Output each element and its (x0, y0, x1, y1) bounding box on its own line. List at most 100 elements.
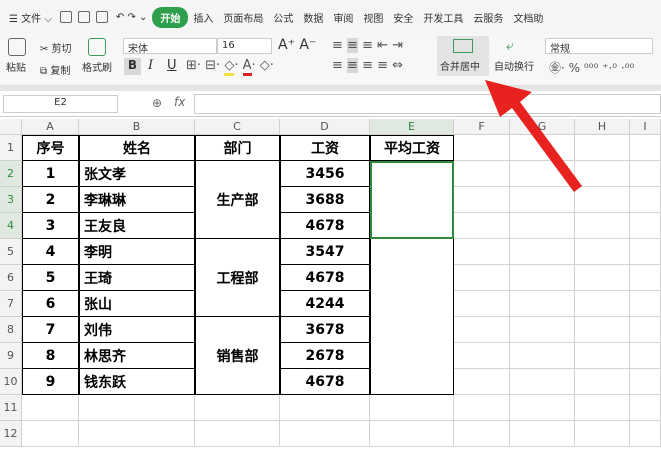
bold-button[interactable]: B (124, 58, 141, 75)
column-header[interactable]: G (510, 119, 575, 135)
table-cell[interactable]: 1 (22, 161, 79, 187)
table-cell[interactable]: 张山 (79, 291, 195, 317)
formula-input[interactable] (194, 94, 661, 114)
column-header[interactable]: D (280, 119, 370, 135)
select-all-corner[interactable] (0, 119, 22, 135)
table-cell[interactable]: 8 (22, 343, 79, 369)
cell[interactable] (510, 421, 575, 447)
cell[interactable] (454, 421, 510, 447)
menu-tab[interactable]: 文档助 (508, 10, 548, 25)
wrap-text-button[interactable]: 自动换行 (494, 62, 540, 74)
cell[interactable] (630, 317, 661, 343)
table-cell[interactable]: 李明 (79, 239, 195, 265)
cell[interactable] (22, 395, 79, 421)
cell[interactable] (195, 395, 280, 421)
italic-button[interactable]: I (148, 58, 153, 73)
column-header[interactable]: B (79, 119, 195, 135)
cell[interactable] (195, 421, 280, 447)
table-cell[interactable]: 9 (22, 369, 79, 395)
column-header[interactable]: C (195, 119, 280, 135)
cell[interactable] (630, 421, 661, 447)
cell[interactable] (510, 369, 575, 395)
row-header[interactable]: 7 (0, 291, 22, 317)
cell[interactable] (454, 317, 510, 343)
cell[interactable] (575, 213, 630, 239)
cell[interactable] (370, 395, 454, 421)
table-cell[interactable]: 2678 (280, 343, 370, 369)
table-cell[interactable]: 4678 (280, 265, 370, 291)
row-header[interactable]: 3 (0, 187, 22, 213)
font-size-select[interactable]: 16 (217, 38, 272, 54)
row-header[interactable]: 8 (0, 317, 22, 343)
menu-tab[interactable]: 插入 (188, 10, 218, 25)
merge-center-label[interactable]: 合并居中 (440, 62, 486, 74)
cell[interactable] (630, 369, 661, 395)
column-header[interactable]: A (22, 119, 79, 135)
row-header[interactable]: 4 (0, 213, 22, 239)
table-cell[interactable]: 钱东跃 (79, 369, 195, 395)
preview-icon[interactable] (95, 11, 108, 23)
cell[interactable] (454, 239, 510, 265)
cell[interactable] (510, 291, 575, 317)
row-header[interactable]: 2 (0, 161, 22, 187)
cell[interactable] (630, 343, 661, 369)
cell[interactable] (454, 213, 510, 239)
paste-icon[interactable] (8, 38, 26, 56)
table-cell[interactable]: 部门 (195, 135, 280, 161)
zoom-icon[interactable]: ⊕ (152, 96, 162, 110)
table-cell[interactable]: 平均工资 (370, 135, 454, 161)
cell[interactable] (454, 135, 510, 161)
cell[interactable] (280, 421, 370, 447)
name-box[interactable]: E2 (3, 95, 118, 113)
cut-button[interactable]: ✂ 剪切 (40, 40, 72, 55)
table-cell[interactable]: 工程部 (195, 239, 280, 317)
table-cell[interactable]: 4 (22, 239, 79, 265)
format-painter-button[interactable]: 格式刷 (82, 63, 116, 75)
table-cell[interactable]: 3688 (280, 187, 370, 213)
save-icon[interactable] (59, 11, 72, 23)
cell[interactable] (630, 161, 661, 187)
table-cell[interactable]: 李琳琳 (79, 187, 195, 213)
cell[interactable] (454, 265, 510, 291)
cell[interactable] (22, 421, 79, 447)
menu-tab[interactable]: 开始 (152, 6, 189, 28)
cell[interactable] (510, 265, 575, 291)
undo-icon[interactable]: ↶ ↷ ⌄ (111, 12, 153, 23)
menu-icon[interactable]: ☰ 文件 ⌵ (4, 10, 57, 25)
font-select[interactable]: 宋体 (123, 38, 217, 55)
cell[interactable] (510, 135, 575, 161)
row-header[interactable]: 12 (0, 421, 22, 447)
table-cell[interactable]: 姓名 (79, 135, 195, 161)
table-cell[interactable]: 7 (22, 317, 79, 343)
cell[interactable] (510, 187, 575, 213)
menu-tab[interactable]: 数据 (298, 10, 328, 25)
row-header[interactable]: 10 (0, 369, 22, 395)
row-header[interactable]: 5 (0, 239, 22, 265)
cell[interactable] (575, 187, 630, 213)
cell[interactable] (510, 213, 575, 239)
cell[interactable] (630, 291, 661, 317)
table-cell[interactable]: 3456 (280, 161, 370, 187)
table-cell[interactable]: 序号 (22, 135, 79, 161)
cell[interactable] (510, 317, 575, 343)
cell[interactable] (630, 213, 661, 239)
column-header[interactable]: I (630, 119, 661, 135)
cell[interactable] (575, 161, 630, 187)
cell[interactable] (575, 291, 630, 317)
table-cell[interactable]: 2 (22, 187, 79, 213)
currency-icon[interactable]: ㊎· % ⁰⁰⁰ ⁺·⁰ ·⁰⁰ (549, 59, 634, 76)
print-icon[interactable] (77, 11, 90, 23)
table-cell[interactable]: 3678 (280, 317, 370, 343)
cell[interactable] (454, 187, 510, 213)
cell[interactable] (454, 291, 510, 317)
menu-tab[interactable]: 页面布局 (218, 10, 268, 25)
cell[interactable] (510, 395, 575, 421)
row-header[interactable]: 11 (0, 395, 22, 421)
row-header[interactable]: 9 (0, 343, 22, 369)
file-menu[interactable]: 文件 (21, 14, 41, 25)
column-header[interactable]: F (454, 119, 510, 135)
cell[interactable] (79, 395, 195, 421)
table-cell[interactable]: 林思齐 (79, 343, 195, 369)
table-cell[interactable]: 4678 (280, 213, 370, 239)
cell[interactable] (575, 343, 630, 369)
